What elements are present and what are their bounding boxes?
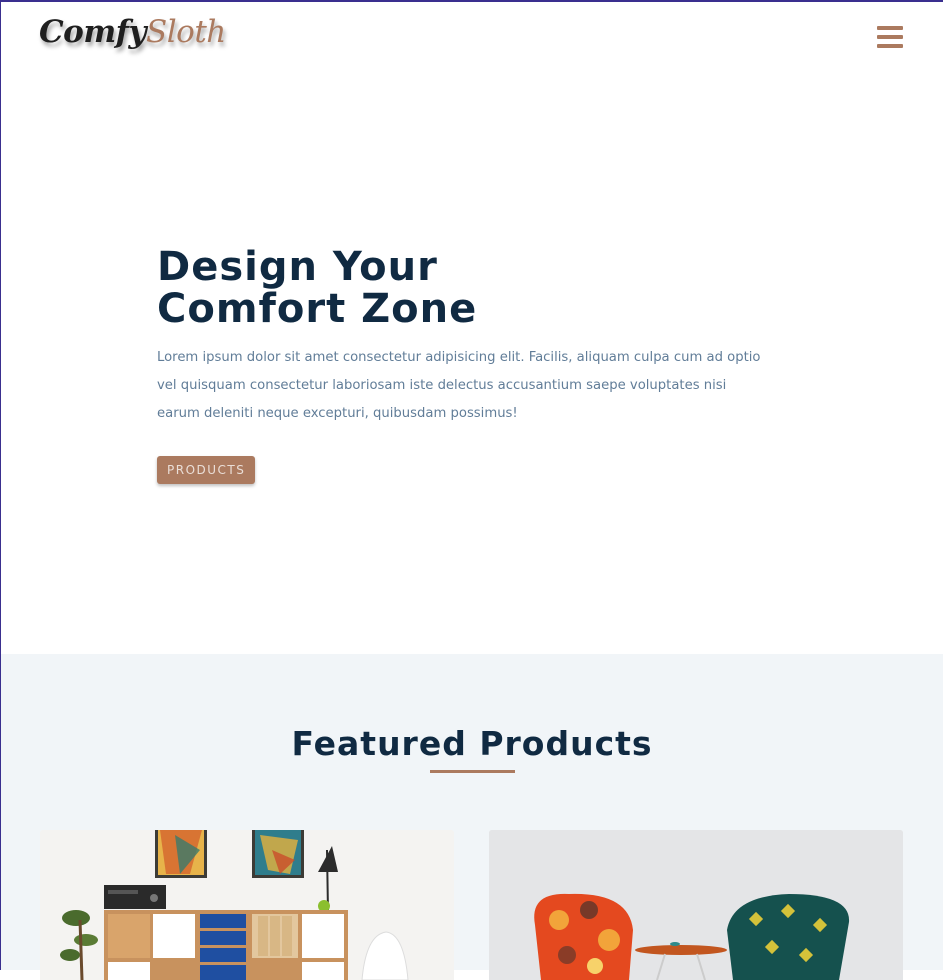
hamburger-bar [877,44,903,48]
chairs-photo [489,830,903,980]
products-button[interactable]: PRODUCTS [157,456,256,484]
hamburger-bar [877,26,903,30]
navbar: ComfySloth [1,2,943,72]
hero-text: Lorem ipsum dolor sit amet consectetur a… [157,350,761,421]
hamburger-bar [877,35,903,39]
featured-title: Featured Products [291,724,653,763]
logo-part-2: Sloth [146,14,226,50]
hero-title: Design Your Comfort Zone [157,246,557,330]
featured-section: Featured Products [1,654,943,980]
title-underline [430,770,515,773]
hero-title-line-1: Design Your [157,244,438,290]
hero-section: Design Your Comfort Zone Lorem ipsum dol… [157,246,777,484]
hamburger-menu-icon[interactable] [877,26,903,48]
hero-title-line-2: Comfort Zone [157,286,478,332]
product-card-image-chairs[interactable] [489,830,903,980]
logo-part-1: Comfy [39,14,147,50]
shelf-photo [40,830,454,980]
logo[interactable]: ComfySloth [39,14,226,50]
product-card-image-shelf[interactable] [40,830,454,980]
